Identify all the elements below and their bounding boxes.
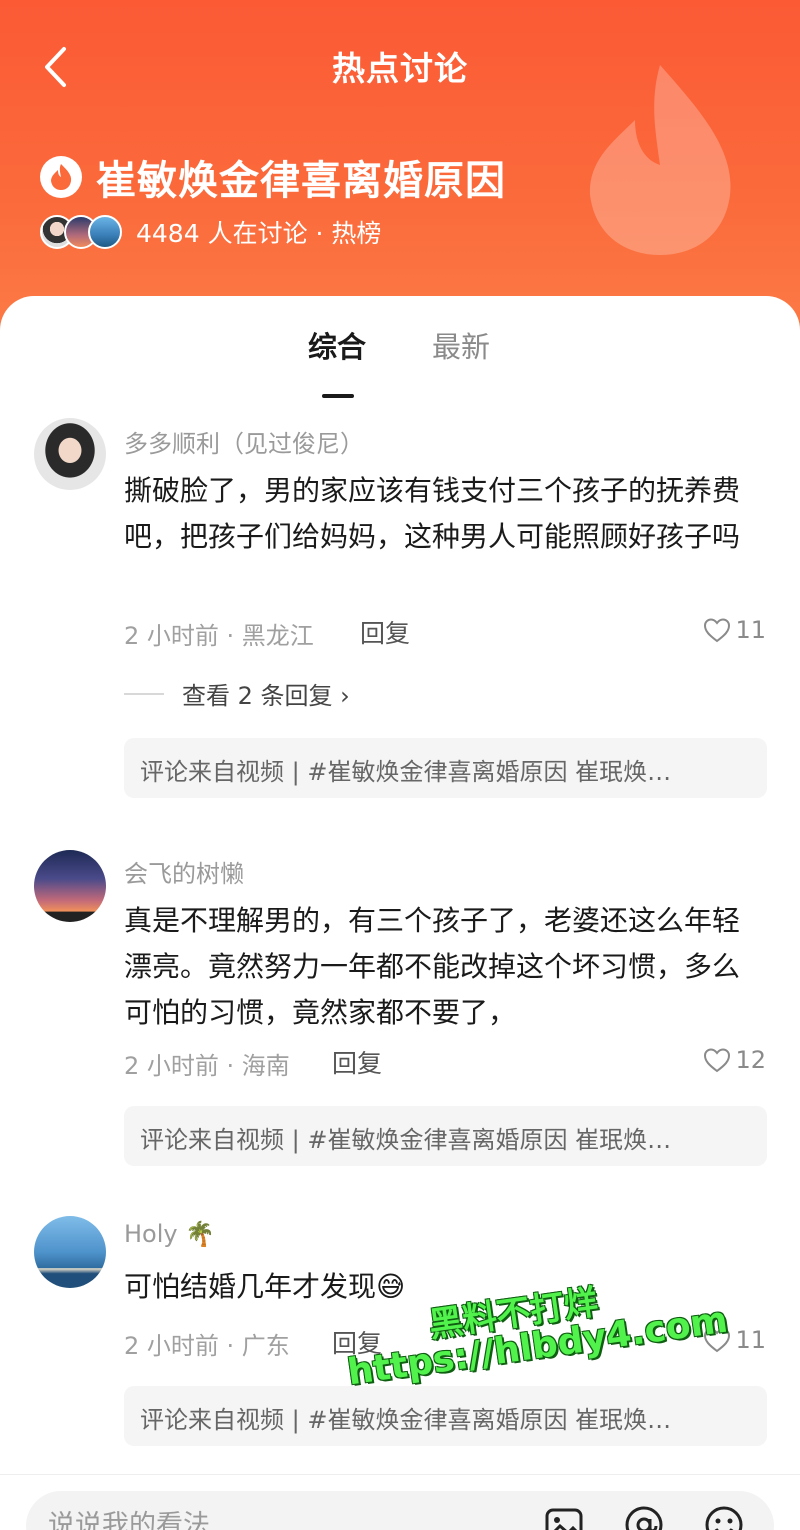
topic-header: 热点讨论 崔敏焕金律喜离婚原因 4484 人在讨论 · 热榜 bbox=[0, 0, 800, 330]
divider bbox=[124, 692, 164, 695]
view-replies-label: 查看 2 条回复 › bbox=[182, 682, 350, 710]
comment-time-location: 2 小时前 · 海南 bbox=[124, 1052, 290, 1080]
comment-input[interactable] bbox=[48, 1505, 508, 1530]
view-replies-link[interactable]: 查看 2 条回复 › bbox=[124, 676, 350, 711]
composer-pill bbox=[26, 1491, 774, 1530]
like-count: 11 bbox=[735, 616, 766, 644]
like-button[interactable]: 11 bbox=[703, 616, 766, 644]
comment-composer bbox=[0, 1474, 800, 1530]
tab-bar: 综合 最新 bbox=[0, 324, 800, 398]
heart-icon bbox=[704, 618, 731, 643]
heart-icon bbox=[704, 1328, 731, 1353]
heart-icon bbox=[704, 1048, 731, 1073]
avatar bbox=[88, 215, 122, 249]
like-button[interactable]: 11 bbox=[703, 1326, 766, 1354]
tab-latest[interactable]: 最新 bbox=[432, 324, 490, 366]
topic-title: 崔敏焕金律喜离婚原因 bbox=[96, 158, 506, 204]
comment-text: 撕破脸了，男的家应该有钱支付三个孩子的抚养费吧，把孩子们给妈妈，这种男人可能照顾… bbox=[124, 474, 741, 553]
avatar[interactable] bbox=[34, 1216, 106, 1288]
comment-username[interactable]: 多多顺利（见过俊尼） bbox=[124, 424, 364, 459]
discussion-count: 4484 人在讨论 · 热榜 bbox=[136, 219, 382, 248]
reply-button[interactable]: 回复 bbox=[332, 1044, 382, 1080]
comment-source-link[interactable]: 评论来自视频 | #崔敏焕金律喜离婚原因 崔珉焕… bbox=[124, 1386, 767, 1446]
image-icon[interactable] bbox=[542, 1503, 586, 1530]
tab-comprehensive[interactable]: 综合 bbox=[308, 324, 366, 366]
comment-username[interactable]: Holy 🌴 bbox=[124, 1220, 215, 1248]
comment-item: 多多顺利（见过俊尼） 撕破脸了，男的家应该有钱支付三个孩子的抚养费吧，把孩子们给… bbox=[0, 414, 800, 814]
page-title: 热点讨论 bbox=[332, 49, 468, 88]
like-button[interactable]: 12 bbox=[703, 1046, 766, 1074]
reply-button[interactable]: 回复 bbox=[360, 614, 410, 650]
comment-item: 会飞的树懒 真是不理解男的，有三个孩子了，老婆还这么年轻漂亮。竟然努力一年都不能… bbox=[0, 846, 800, 1176]
reply-button[interactable]: 回复 bbox=[332, 1324, 382, 1360]
comment-source-link[interactable]: 评论来自视频 | #崔敏焕金律喜离婚原因 崔珉焕… bbox=[124, 1106, 767, 1166]
mention-icon[interactable] bbox=[622, 1503, 666, 1530]
avatar[interactable] bbox=[34, 418, 106, 490]
topic-row: 崔敏焕金律喜离婚原因 bbox=[40, 148, 506, 206]
comment-item: Holy 🌴 可怕结婚几年才发现😅 2 小时前 · 广东 回复 11 评论来自视… bbox=[0, 1216, 800, 1456]
comment-text: 真是不理解男的，有三个孩子了，老婆还这么年轻漂亮。竟然努力一年都不能改掉这个坏习… bbox=[124, 904, 741, 1029]
topic-meta: 4484 人在讨论 · 热榜 bbox=[40, 214, 381, 250]
comment-time-location: 2 小时前 · 广东 bbox=[124, 1332, 290, 1360]
comments-sheet: 综合 最新 多多顺利（见过俊尼） 撕破脸了，男的家应该有钱支付三个孩子的抚养费吧… bbox=[0, 296, 800, 1530]
flame-decoration-icon bbox=[589, 65, 731, 255]
like-count: 11 bbox=[735, 1326, 766, 1354]
comment-time-location: 2 小时前 · 黑龙江 bbox=[124, 622, 314, 650]
emoji-icon[interactable] bbox=[702, 1503, 746, 1530]
comment-source-link[interactable]: 评论来自视频 | #崔敏焕金律喜离婚原因 崔珉焕… bbox=[124, 738, 767, 798]
hot-topic-icon bbox=[40, 156, 82, 198]
like-count: 12 bbox=[735, 1046, 766, 1074]
active-tab-indicator bbox=[322, 394, 354, 398]
comment-username[interactable]: 会飞的树懒 bbox=[124, 854, 244, 889]
participant-avatars bbox=[40, 215, 122, 249]
comment-text: 可怕结婚几年才发现😅 bbox=[124, 1270, 406, 1303]
avatar[interactable] bbox=[34, 850, 106, 922]
